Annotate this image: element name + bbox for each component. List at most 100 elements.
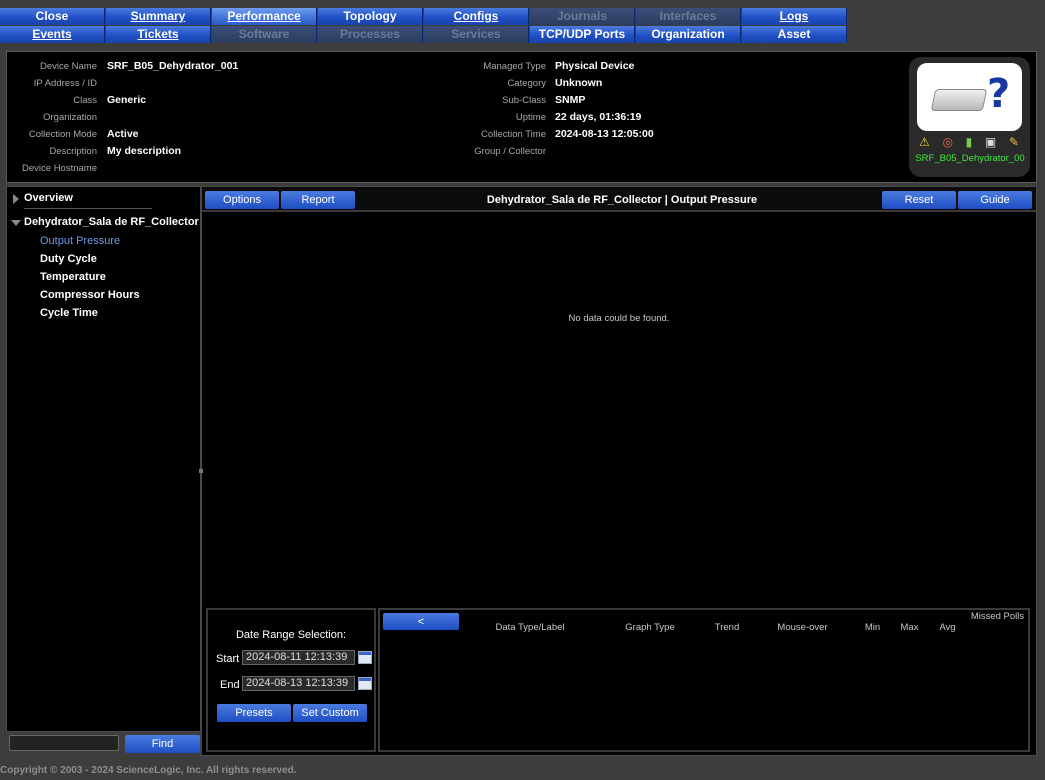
printer-icon[interactable]: ▣ — [985, 135, 996, 149]
tab-tcp-udp-ports[interactable]: TCP/UDP Ports — [530, 26, 635, 43]
back-button[interactable]: < — [383, 613, 459, 630]
field-device-name: Device Name SRF_B05_Dehydrator_001 — [7, 58, 447, 75]
field-ip-address: IP Address / ID — [7, 75, 447, 92]
field-label: Description — [49, 146, 97, 157]
collapse-arrow-icon[interactable] — [11, 220, 21, 226]
legend-panel: < Data Type/Label Graph Type Trend Mouse… — [378, 608, 1030, 752]
bar-chart-icon[interactable]: ▮ — [966, 135, 973, 149]
field-label: Organization — [43, 112, 97, 123]
calendar-icon[interactable] — [358, 651, 372, 664]
reset-button[interactable]: Reset — [882, 191, 956, 209]
col-data-type-label: Data Type/Label — [495, 622, 565, 633]
tab-organization[interactable]: Organization — [636, 26, 741, 43]
splitter-handle[interactable] — [199, 469, 203, 473]
tab-label: Logs — [779, 9, 809, 23]
field-value: 2024-08-13 12:05:00 — [555, 128, 654, 140]
start-date-input[interactable]: 2024-08-11 12:13:39 — [242, 650, 355, 665]
tab-interfaces: Interfaces — [636, 8, 741, 25]
tab-journals: Journals — [530, 8, 635, 25]
graph-toolbar: Options Report Dehydrator_Sala de RF_Col… — [202, 187, 1036, 212]
field-category: Category Unknown — [447, 75, 847, 92]
tab-label: Asset — [777, 27, 811, 41]
wrench-icon[interactable]: ✎ — [1009, 135, 1019, 149]
field-value: Unknown — [555, 77, 603, 89]
field-value: Physical Device — [555, 60, 635, 72]
device-badge[interactable]: ? ⚠ ◎ ▮ ▣ ✎ SRF_B05_Dehydrator_00 — [909, 57, 1030, 177]
tab-processes: Processes — [318, 26, 423, 43]
tab-label: Close — [35, 9, 69, 23]
calendar-icon[interactable] — [358, 677, 372, 690]
col-trend: Trend — [714, 622, 740, 633]
tab-label: Configs — [453, 9, 499, 23]
tab-label: Events — [32, 27, 72, 41]
nav-overview[interactable]: Overview — [24, 192, 73, 204]
nav-item-cycle-time[interactable]: Cycle Time — [40, 307, 98, 319]
field-group-collector: Group / Collector — [447, 143, 847, 160]
field-organization: Organization — [7, 109, 447, 126]
col-mouse-over: Mouse-over — [777, 622, 828, 633]
field-label: IP Address / ID — [33, 78, 97, 89]
report-button[interactable]: Report — [281, 191, 355, 209]
lifebuoy-icon[interactable]: ◎ — [942, 135, 952, 149]
nav-search: Find — [6, 732, 201, 756]
field-label: Device Hostname — [22, 163, 97, 174]
tab-label: Services — [451, 27, 501, 41]
tab-bar: Close Summary Performance Topology Confi… — [0, 8, 847, 44]
tab-label: Tickets — [137, 27, 179, 41]
tab-close[interactable]: Close — [0, 8, 105, 25]
field-class: Class Generic — [7, 92, 447, 109]
end-date-input[interactable]: 2024-08-13 12:13:39 — [242, 676, 355, 691]
tab-label: Processes — [339, 27, 401, 41]
tab-services: Services — [424, 26, 529, 43]
device-box-shape — [930, 89, 988, 111]
field-uptime: Uptime 22 days, 01:36:19 — [447, 109, 847, 126]
set-custom-button[interactable]: Set Custom — [293, 704, 367, 722]
nav-item-duty-cycle[interactable]: Duty Cycle — [40, 253, 97, 265]
tab-tickets[interactable]: Tickets — [106, 26, 211, 43]
warning-icon[interactable]: ⚠ — [919, 135, 930, 149]
tab-label: Interfaces — [659, 9, 717, 23]
start-label: Start — [216, 653, 240, 665]
field-label: Collection Time — [481, 129, 546, 140]
find-button[interactable]: Find — [125, 735, 200, 753]
field-value: 22 days, 01:36:19 — [555, 111, 642, 123]
field-value: Generic — [107, 94, 147, 106]
field-sub-class: Sub-Class SNMP — [447, 92, 847, 109]
device-badge-name: SRF_B05_Dehydrator_00 — [915, 153, 1025, 164]
device-tools: ⚠ ◎ ▮ ▣ ✎ — [919, 135, 1019, 149]
nav-group[interactable]: Dehydrator_Sala de RF_Collector — [24, 216, 199, 228]
tab-events[interactable]: Events — [0, 26, 105, 43]
tab-asset[interactable]: Asset — [742, 26, 847, 43]
tab-summary[interactable]: Summary — [106, 8, 211, 25]
graph-title: Dehydrator_Sala de RF_Collector | Output… — [486, 194, 758, 206]
field-value: My description — [107, 145, 182, 157]
field-value: SRF_B05_Dehydrator_001 — [107, 60, 239, 72]
tab-performance[interactable]: Performance — [212, 8, 317, 25]
expand-arrow-icon[interactable] — [13, 194, 19, 204]
field-label: Device Name — [39, 61, 97, 72]
nav-item-compressor-hours[interactable]: Compressor Hours — [40, 289, 140, 301]
field-label: Collection Mode — [28, 129, 97, 140]
date-range-panel: Date Range Selection: Start 2024-08-11 1… — [206, 608, 376, 752]
search-input[interactable] — [9, 735, 119, 751]
col-avg: Avg — [939, 622, 956, 633]
presets-button[interactable]: Presets — [217, 704, 291, 722]
tab-topology[interactable]: Topology — [318, 8, 423, 25]
field-label: Category — [507, 78, 546, 89]
nav-item-output-pressure[interactable]: Output Pressure — [40, 235, 120, 247]
tab-logs[interactable]: Logs — [742, 8, 847, 25]
nav-divider — [24, 208, 152, 209]
options-button[interactable]: Options — [205, 191, 279, 209]
nav-item-temperature[interactable]: Temperature — [40, 271, 106, 283]
tab-configs[interactable]: Configs — [424, 8, 529, 25]
col-missed-polls: Missed Polls — [970, 611, 1025, 622]
tab-software: Software — [212, 26, 317, 43]
field-label: Group / Collector — [474, 146, 546, 157]
device-unknown-icon: ? — [917, 63, 1022, 131]
guide-button[interactable]: Guide — [958, 191, 1032, 209]
tab-label: TCP/UDP Ports — [538, 27, 626, 41]
tab-label: Performance — [227, 9, 301, 23]
field-label: Uptime — [515, 112, 546, 123]
end-label: End — [220, 679, 240, 691]
left-nav: Overview Dehydrator_Sala de RF_Collector… — [6, 186, 201, 732]
